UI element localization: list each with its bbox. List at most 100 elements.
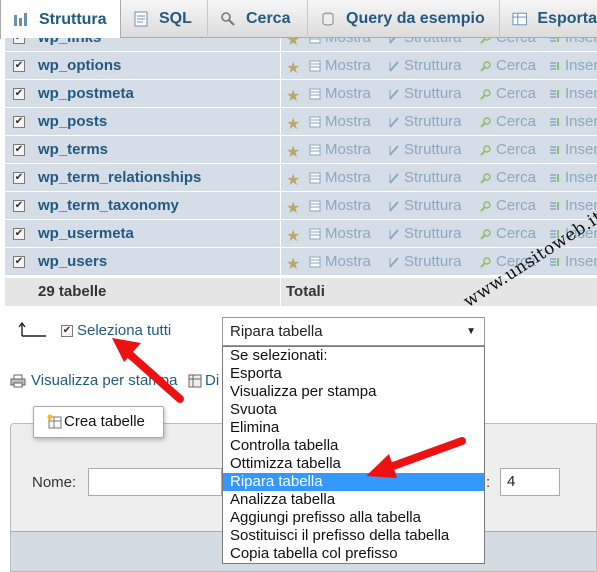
browse-link[interactable]: Mostra — [309, 197, 371, 214]
tab-query[interactable]: Query da esempio — [308, 0, 500, 38]
favorite-star-icon[interactable]: ★ — [286, 142, 300, 162]
favorite-star-icon[interactable]: ★ — [286, 254, 300, 274]
search-small-icon — [480, 60, 491, 72]
tab-search[interactable]: Cerca — [208, 0, 308, 38]
insert-link[interactable]: Inser — [549, 38, 597, 46]
search-link[interactable]: Cerca — [480, 85, 536, 102]
browse-link[interactable]: Mostra — [309, 253, 371, 270]
structure-link[interactable]: Struttura — [388, 57, 462, 74]
search-icon — [221, 12, 235, 26]
table-row: ✔ wp_terms ★ Mostra Struttura Cerca Inse… — [5, 136, 597, 164]
browse-link[interactable]: Mostra — [309, 57, 371, 74]
tab-structure-label: Struttura — [39, 10, 107, 28]
favorite-star-icon[interactable]: ★ — [286, 86, 300, 106]
search-link[interactable]: Cerca — [480, 169, 536, 186]
insert-link[interactable]: Inser — [549, 169, 597, 186]
dropdown-option[interactable]: Esporta — [223, 365, 484, 383]
favorite-star-icon[interactable]: ★ — [286, 226, 300, 246]
browse-link[interactable]: Mostra — [309, 85, 371, 102]
table-name-link[interactable]: wp_links — [38, 38, 101, 46]
structure-link[interactable]: Struttura — [388, 113, 462, 130]
table-row: ✔ wp_term_relationships ★ Mostra Struttu… — [5, 164, 597, 192]
browse-link[interactable]: Mostra — [309, 169, 371, 186]
insert-link[interactable]: Inser — [549, 57, 597, 74]
browse-icon — [309, 144, 321, 155]
bulk-action-select[interactable]: Ripara tabella ▼ — [222, 317, 485, 346]
search-link[interactable]: Cerca — [480, 141, 536, 158]
tab-export[interactable]: Esporta — [500, 0, 597, 38]
structure-wrench-icon — [389, 88, 399, 100]
dropdown-option[interactable]: Visualizza per stampa — [223, 383, 484, 401]
totals-label: Totali — [286, 283, 325, 300]
table-name-link[interactable]: wp_usermeta — [38, 225, 134, 242]
row-checkbox[interactable]: ✔ — [13, 88, 25, 100]
row-checkbox[interactable]: ✔ — [13, 144, 25, 156]
row-checkbox[interactable]: ✔ — [13, 60, 25, 72]
search-link[interactable]: Cerca — [480, 113, 536, 130]
favorite-star-icon[interactable]: ★ — [286, 38, 300, 50]
search-link[interactable]: Cerca — [480, 225, 536, 242]
structure-link[interactable]: Struttura — [388, 169, 462, 186]
row-checkbox[interactable]: ✔ — [13, 256, 25, 268]
favorite-star-icon[interactable]: ★ — [286, 114, 300, 134]
tab-structure[interactable]: Struttura — [0, 0, 121, 39]
dropdown-option[interactable]: Aggiungi prefisso alla tabella — [223, 509, 484, 527]
structure-wrench-icon — [389, 172, 399, 184]
table-name-link[interactable]: wp_terms — [38, 141, 108, 158]
favorite-star-icon[interactable]: ★ — [286, 58, 300, 78]
table-name-link[interactable]: wp_term_taxonomy — [38, 197, 179, 214]
row-checkbox[interactable]: ✔ — [13, 172, 25, 184]
row-checkbox[interactable]: ✔ — [13, 228, 25, 240]
structure-link[interactable]: Struttura — [388, 38, 462, 46]
dropdown-option[interactable]: Se selezionati: — [223, 347, 484, 365]
query-icon — [322, 12, 334, 26]
search-link[interactable]: Cerca — [480, 57, 536, 74]
browse-link[interactable]: Mostra — [309, 38, 371, 46]
dropdown-option[interactable]: Ottimizza tabella — [223, 455, 484, 473]
table-name-link[interactable]: wp_options — [38, 57, 121, 74]
insert-link[interactable]: Inser — [549, 113, 597, 130]
row-checkbox[interactable]: ✔ — [13, 200, 25, 212]
row-checkbox[interactable]: ✔ — [13, 116, 25, 128]
dropdown-option[interactable]: Sostituisci il prefisso della tabella — [223, 527, 484, 545]
search-link[interactable]: Cerca — [480, 197, 536, 214]
structure-link[interactable]: Struttura — [388, 85, 462, 102]
insert-icon — [550, 38, 559, 42]
table-name-link[interactable]: wp_postmeta — [38, 85, 134, 102]
dropdown-option[interactable]: Copia tabella col prefisso — [223, 545, 484, 563]
search-link[interactable]: Cerca — [480, 38, 536, 46]
dropdown-option[interactable]: Elimina — [223, 419, 484, 437]
browse-link[interactable]: Mostra — [309, 141, 371, 158]
table-name-input[interactable] — [88, 468, 222, 496]
structure-link[interactable]: Struttura — [388, 141, 462, 158]
structure-link[interactable]: Struttura — [388, 197, 462, 214]
create-table-label: Crea tabelle — [64, 413, 145, 430]
dropdown-option[interactable]: Controlla tabella — [223, 437, 484, 455]
insert-link[interactable]: Inser — [549, 85, 597, 102]
columns-count-input[interactable]: 4 — [500, 468, 560, 496]
browse-link[interactable]: Mostra — [309, 113, 371, 130]
favorite-star-icon[interactable]: ★ — [286, 198, 300, 218]
dropdown-option[interactable]: Svuota — [223, 401, 484, 419]
new-table-icon — [47, 414, 62, 429]
tab-sql[interactable]: SQL — [121, 0, 208, 38]
table-name-link[interactable]: wp_term_relationships — [38, 169, 201, 186]
arrow-up-icon — [18, 321, 46, 337]
browse-link[interactable]: Mostra — [309, 225, 371, 242]
browse-icon — [309, 38, 321, 43]
search-small-icon — [480, 228, 491, 240]
dropdown-option-highlighted[interactable]: Ripara tabella — [223, 473, 484, 491]
tab-bar: Struttura SQL Cerca Query da esempio Esp… — [0, 0, 597, 39]
dropdown-option[interactable]: Analizza tabella — [223, 491, 484, 509]
table-name-link[interactable]: wp_posts — [38, 113, 107, 130]
structure-link[interactable]: Struttura — [388, 225, 462, 242]
insert-link[interactable]: Inser — [549, 141, 597, 158]
search-small-icon — [480, 116, 491, 128]
select-all-link[interactable]: Seleziona tutti — [77, 322, 171, 339]
data-dictionary-link[interactable]: Di — [205, 372, 222, 389]
row-checkbox[interactable]: ✔ — [13, 38, 25, 44]
table-name-link[interactable]: wp_users — [38, 253, 107, 270]
select-all-checkbox[interactable]: ✔ — [61, 325, 73, 337]
favorite-star-icon[interactable]: ★ — [286, 170, 300, 190]
structure-link[interactable]: Struttura — [388, 253, 462, 270]
